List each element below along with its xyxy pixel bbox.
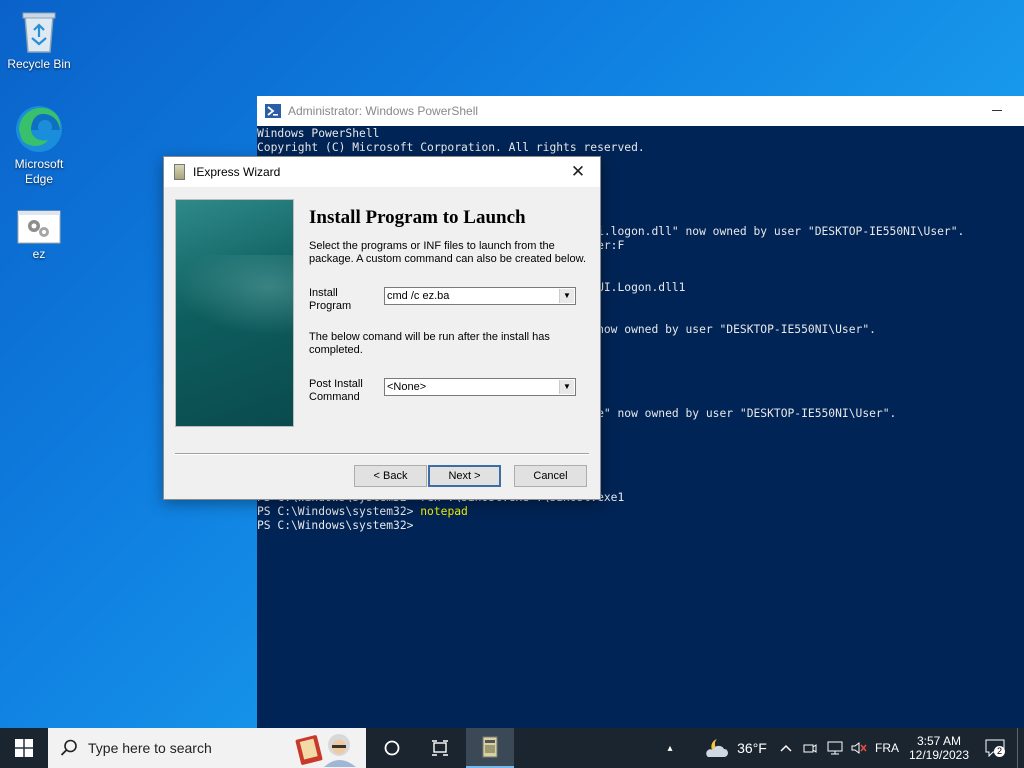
chevron-down-icon[interactable]: ▼ bbox=[559, 289, 574, 303]
post-install-description: The below comand will be run after the i… bbox=[309, 331, 550, 356]
weather-temperature: 36°F bbox=[737, 740, 767, 756]
scroll-up-icon[interactable]: ▴ bbox=[662, 728, 678, 768]
search-placeholder: Type here to search bbox=[88, 740, 212, 756]
button-separator bbox=[175, 453, 589, 455]
windows-logo-icon bbox=[15, 739, 33, 757]
network-button[interactable] bbox=[824, 728, 846, 768]
taskbar: Type here to search ▴ 36°F FRA 3:57 AM 1… bbox=[0, 728, 1024, 768]
install-program-combo[interactable]: cmd /c ez.ba ▼ bbox=[384, 287, 576, 305]
language-indicator: FRA bbox=[875, 741, 899, 755]
console-prompt-line: PS C:\Windows\system32> notepad bbox=[257, 505, 1024, 519]
search-highlight-icon bbox=[295, 734, 356, 767]
search-icon bbox=[60, 739, 77, 756]
console-prompt-line: PS C:\Windows\system32> bbox=[257, 519, 1024, 533]
wizard-heading: Install Program to Launch bbox=[309, 207, 526, 228]
back-button[interactable]: < Back bbox=[354, 465, 427, 487]
notification-center-button[interactable]: 2 bbox=[980, 728, 1010, 768]
notification-count: 2 bbox=[994, 746, 1005, 757]
camera-icon bbox=[803, 744, 817, 753]
next-button[interactable]: Next > bbox=[428, 465, 501, 487]
edge-icon bbox=[16, 106, 62, 152]
clock[interactable]: 3:57 AM 12/19/2023 bbox=[906, 728, 972, 768]
volume-muted-icon bbox=[851, 742, 867, 754]
weather-cloud-moon-icon bbox=[706, 739, 729, 757]
taskbar-app-iexpress[interactable] bbox=[466, 728, 514, 768]
batch-file-icon bbox=[17, 210, 61, 244]
wizard-side-image bbox=[175, 199, 294, 427]
install-program-label: Install Program bbox=[309, 287, 352, 312]
iexpress-wizard-dialog[interactable]: IExpress Wizard ✕ Install Program to Lau… bbox=[163, 156, 601, 500]
network-icon bbox=[827, 741, 843, 755]
start-button[interactable] bbox=[0, 728, 48, 768]
minimize-icon[interactable] bbox=[992, 110, 1002, 111]
desktop-icon-label: Microsoft Edge bbox=[14, 157, 64, 186]
desktop-icon-recycle-bin[interactable]: Recycle Bin bbox=[2, 8, 76, 72]
cancel-button[interactable]: Cancel bbox=[514, 465, 587, 487]
clock-time: 3:57 AM bbox=[916, 734, 962, 748]
iexpress-app-icon bbox=[482, 736, 498, 758]
desktop-icon-ez[interactable]: ez bbox=[2, 210, 76, 262]
desktop-icon-label: Recycle Bin bbox=[7, 57, 71, 71]
task-view-icon bbox=[432, 740, 448, 756]
taskbar-search-box[interactable]: Type here to search bbox=[48, 728, 366, 768]
iexpress-icon bbox=[174, 164, 185, 180]
volume-button[interactable] bbox=[848, 728, 870, 768]
meet-now-button[interactable] bbox=[800, 728, 820, 768]
close-button[interactable]: ✕ bbox=[556, 157, 600, 187]
install-program-value: cmd /c ez.ba bbox=[387, 290, 450, 302]
post-install-label: Post Install Command bbox=[309, 378, 363, 403]
recycle-bin-icon bbox=[22, 12, 56, 53]
wizard-title: IExpress Wizard bbox=[193, 165, 281, 179]
close-icon: ✕ bbox=[570, 162, 586, 181]
weather-widget[interactable]: 36°F bbox=[700, 728, 770, 768]
wizard-description: Select the programs or INF files to laun… bbox=[309, 240, 586, 265]
post-install-value: <None> bbox=[387, 381, 427, 393]
console-line: Windows PowerShell bbox=[257, 127, 380, 140]
desktop-icon-edge[interactable]: Microsoft Edge bbox=[2, 104, 76, 187]
console-line: Copyright (C) Microsoft Corporation. All… bbox=[257, 141, 645, 154]
console-prompt: PS C:\Windows\system32> bbox=[257, 505, 421, 518]
powershell-icon bbox=[265, 104, 281, 118]
console-command: notepad bbox=[420, 505, 468, 518]
wizard-titlebar[interactable]: IExpress Wizard bbox=[164, 157, 600, 187]
chevron-up-icon bbox=[780, 744, 792, 752]
task-view-button[interactable] bbox=[370, 728, 414, 768]
show-desktop-button[interactable] bbox=[1017, 728, 1024, 768]
clock-date: 12/19/2023 bbox=[908, 748, 970, 762]
powershell-titlebar[interactable]: Administrator: Windows PowerShell bbox=[257, 96, 1024, 126]
task-view-button-2[interactable] bbox=[418, 728, 462, 768]
console-prompt: PS C:\Windows\system32> bbox=[257, 519, 421, 532]
post-install-combo[interactable]: <None> ▼ bbox=[384, 378, 576, 396]
chevron-down-icon[interactable]: ▼ bbox=[559, 380, 574, 394]
input-language-button[interactable]: FRA bbox=[872, 728, 902, 768]
cortana-icon bbox=[384, 740, 400, 756]
desktop-icon-label: ez bbox=[32, 247, 46, 261]
show-hidden-icons-button[interactable] bbox=[776, 728, 796, 768]
powershell-title: Administrator: Windows PowerShell bbox=[288, 104, 479, 118]
